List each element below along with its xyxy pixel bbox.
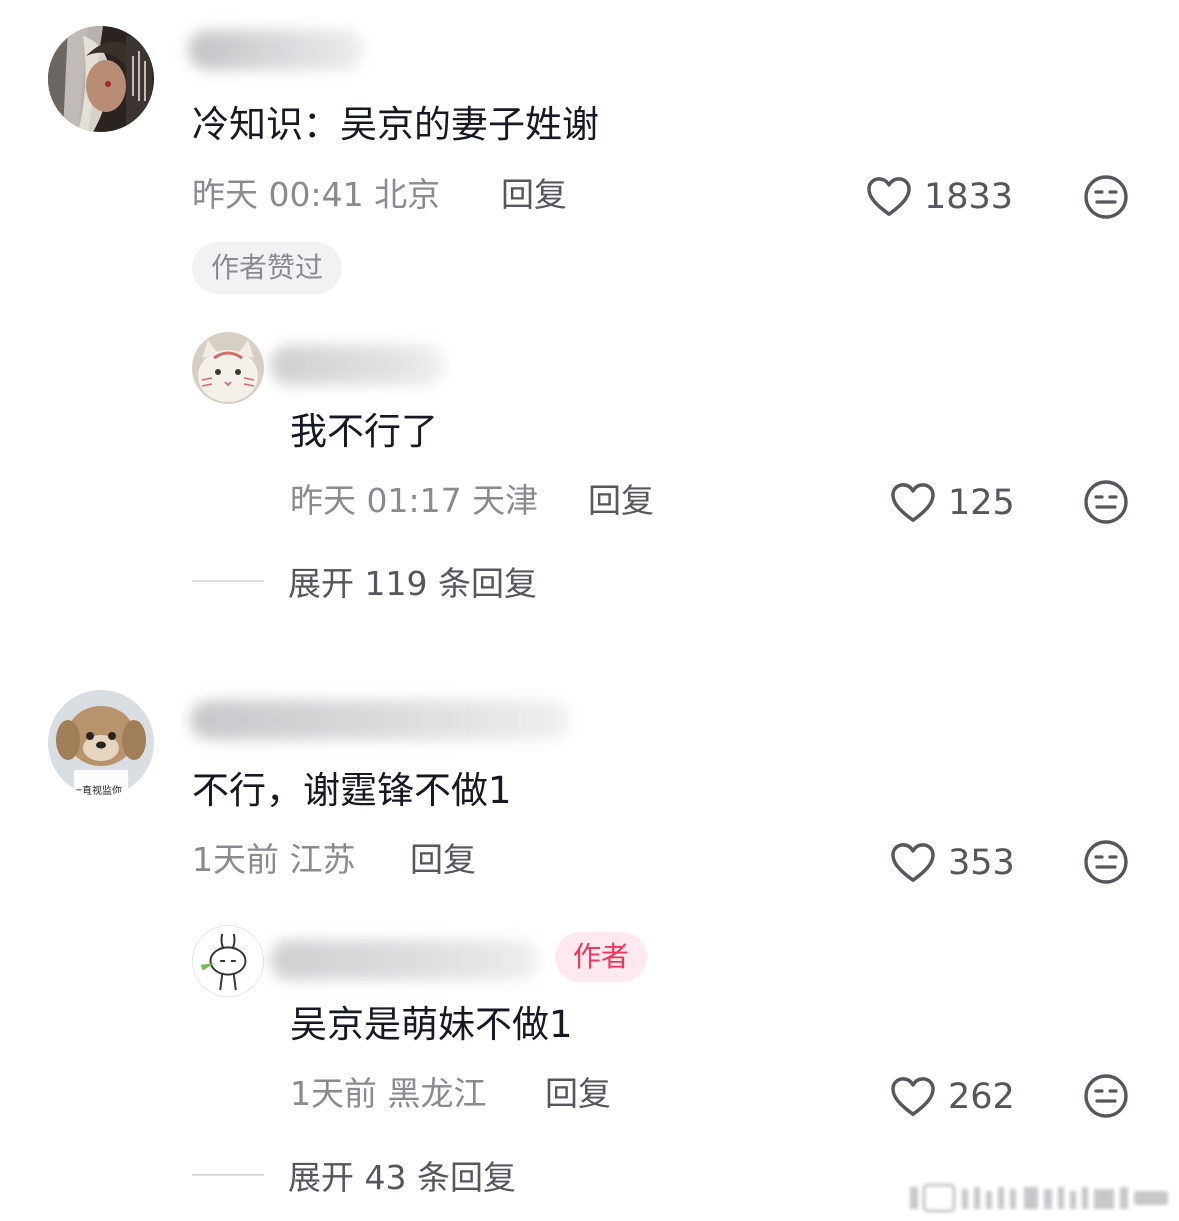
reply-location: 黑龙江 bbox=[387, 1074, 487, 1113]
username-blurred[interactable] bbox=[188, 30, 363, 70]
expand-replies-label: 展开 43 条回复 bbox=[288, 1158, 516, 1197]
dislike-button[interactable] bbox=[1083, 839, 1129, 885]
author-badge: 作者 bbox=[555, 932, 648, 982]
like-count: 1833 bbox=[924, 177, 1014, 217]
reply-button[interactable]: 回复 bbox=[501, 175, 567, 215]
username-blurred[interactable] bbox=[270, 940, 540, 980]
dark-haired-character-avatar-icon bbox=[48, 26, 154, 132]
comment-text: 不行，谢霆锋不做1 bbox=[192, 769, 512, 812]
plush-puppy-avatar-icon bbox=[48, 690, 154, 796]
expand-divider bbox=[192, 580, 264, 582]
expand-replies-button[interactable]: 展开 43 条回复 bbox=[192, 1155, 516, 1197]
watermark bbox=[906, 1181, 1171, 1215]
cartoon-bunny-avatar-icon bbox=[193, 926, 263, 996]
username-blurred[interactable] bbox=[190, 700, 570, 740]
neutral-face-icon bbox=[1084, 1074, 1128, 1118]
replier-avatar[interactable] bbox=[192, 925, 264, 997]
dislike-button[interactable] bbox=[1083, 174, 1129, 220]
author-liked-badge: 作者赞过 bbox=[192, 242, 343, 294]
comment-meta: 1天前 江苏 bbox=[192, 840, 356, 880]
reply-meta: 1天前 黑龙江 bbox=[290, 1074, 487, 1114]
reply-button[interactable]: 回复 bbox=[545, 1074, 611, 1114]
reply-text: 吴京是萌妹不做1 bbox=[290, 1003, 573, 1046]
comment-text: 冷知识：吴京的妻子姓谢 bbox=[192, 103, 599, 146]
dislike-button[interactable] bbox=[1083, 1073, 1129, 1119]
like-count: 353 bbox=[948, 843, 1015, 883]
neutral-face-icon bbox=[1084, 840, 1128, 884]
reply-time: 1天前 bbox=[290, 1074, 377, 1113]
like-count: 125 bbox=[948, 483, 1015, 523]
comment-time: 昨天 00:41 bbox=[192, 175, 364, 214]
comment-location: 江苏 bbox=[289, 840, 356, 879]
commenter-avatar[interactable]: 一直视监你 bbox=[48, 690, 154, 796]
white-cat-avatar-icon bbox=[192, 332, 264, 404]
heart-icon bbox=[891, 843, 935, 882]
like-count: 262 bbox=[948, 1077, 1015, 1117]
comment-time: 1天前 bbox=[192, 840, 279, 879]
reply-time: 昨天 01:17 bbox=[290, 481, 462, 520]
expand-divider bbox=[192, 1174, 264, 1176]
like-button[interactable]: 1833 bbox=[866, 175, 1013, 219]
reply-button[interactable]: 回复 bbox=[588, 481, 654, 521]
username-blurred[interactable] bbox=[270, 345, 445, 385]
dislike-button[interactable] bbox=[1083, 479, 1129, 525]
reply-meta: 昨天 01:17 天津 bbox=[290, 481, 538, 521]
heart-icon bbox=[867, 177, 911, 216]
commenter-avatar[interactable] bbox=[48, 26, 154, 132]
reply-button[interactable]: 回复 bbox=[410, 840, 476, 880]
reply-location: 天津 bbox=[472, 481, 539, 520]
like-button[interactable]: 262 bbox=[890, 1075, 1015, 1119]
replier-avatar[interactable] bbox=[192, 332, 264, 404]
expand-replies-button[interactable]: 展开 119 条回复 bbox=[192, 561, 537, 603]
comment-meta: 昨天 00:41 北京 bbox=[192, 175, 440, 215]
neutral-face-icon bbox=[1084, 480, 1128, 524]
heart-icon bbox=[891, 1077, 935, 1116]
comment-location: 北京 bbox=[374, 175, 441, 214]
like-button[interactable]: 353 bbox=[890, 841, 1015, 885]
avatar-caption: 一直视监你 bbox=[72, 786, 122, 796]
like-button[interactable]: 125 bbox=[890, 481, 1015, 525]
expand-replies-label: 展开 119 条回复 bbox=[288, 564, 537, 603]
neutral-face-icon bbox=[1084, 175, 1128, 219]
reply-text: 我不行了 bbox=[290, 410, 438, 453]
heart-icon bbox=[891, 483, 935, 522]
